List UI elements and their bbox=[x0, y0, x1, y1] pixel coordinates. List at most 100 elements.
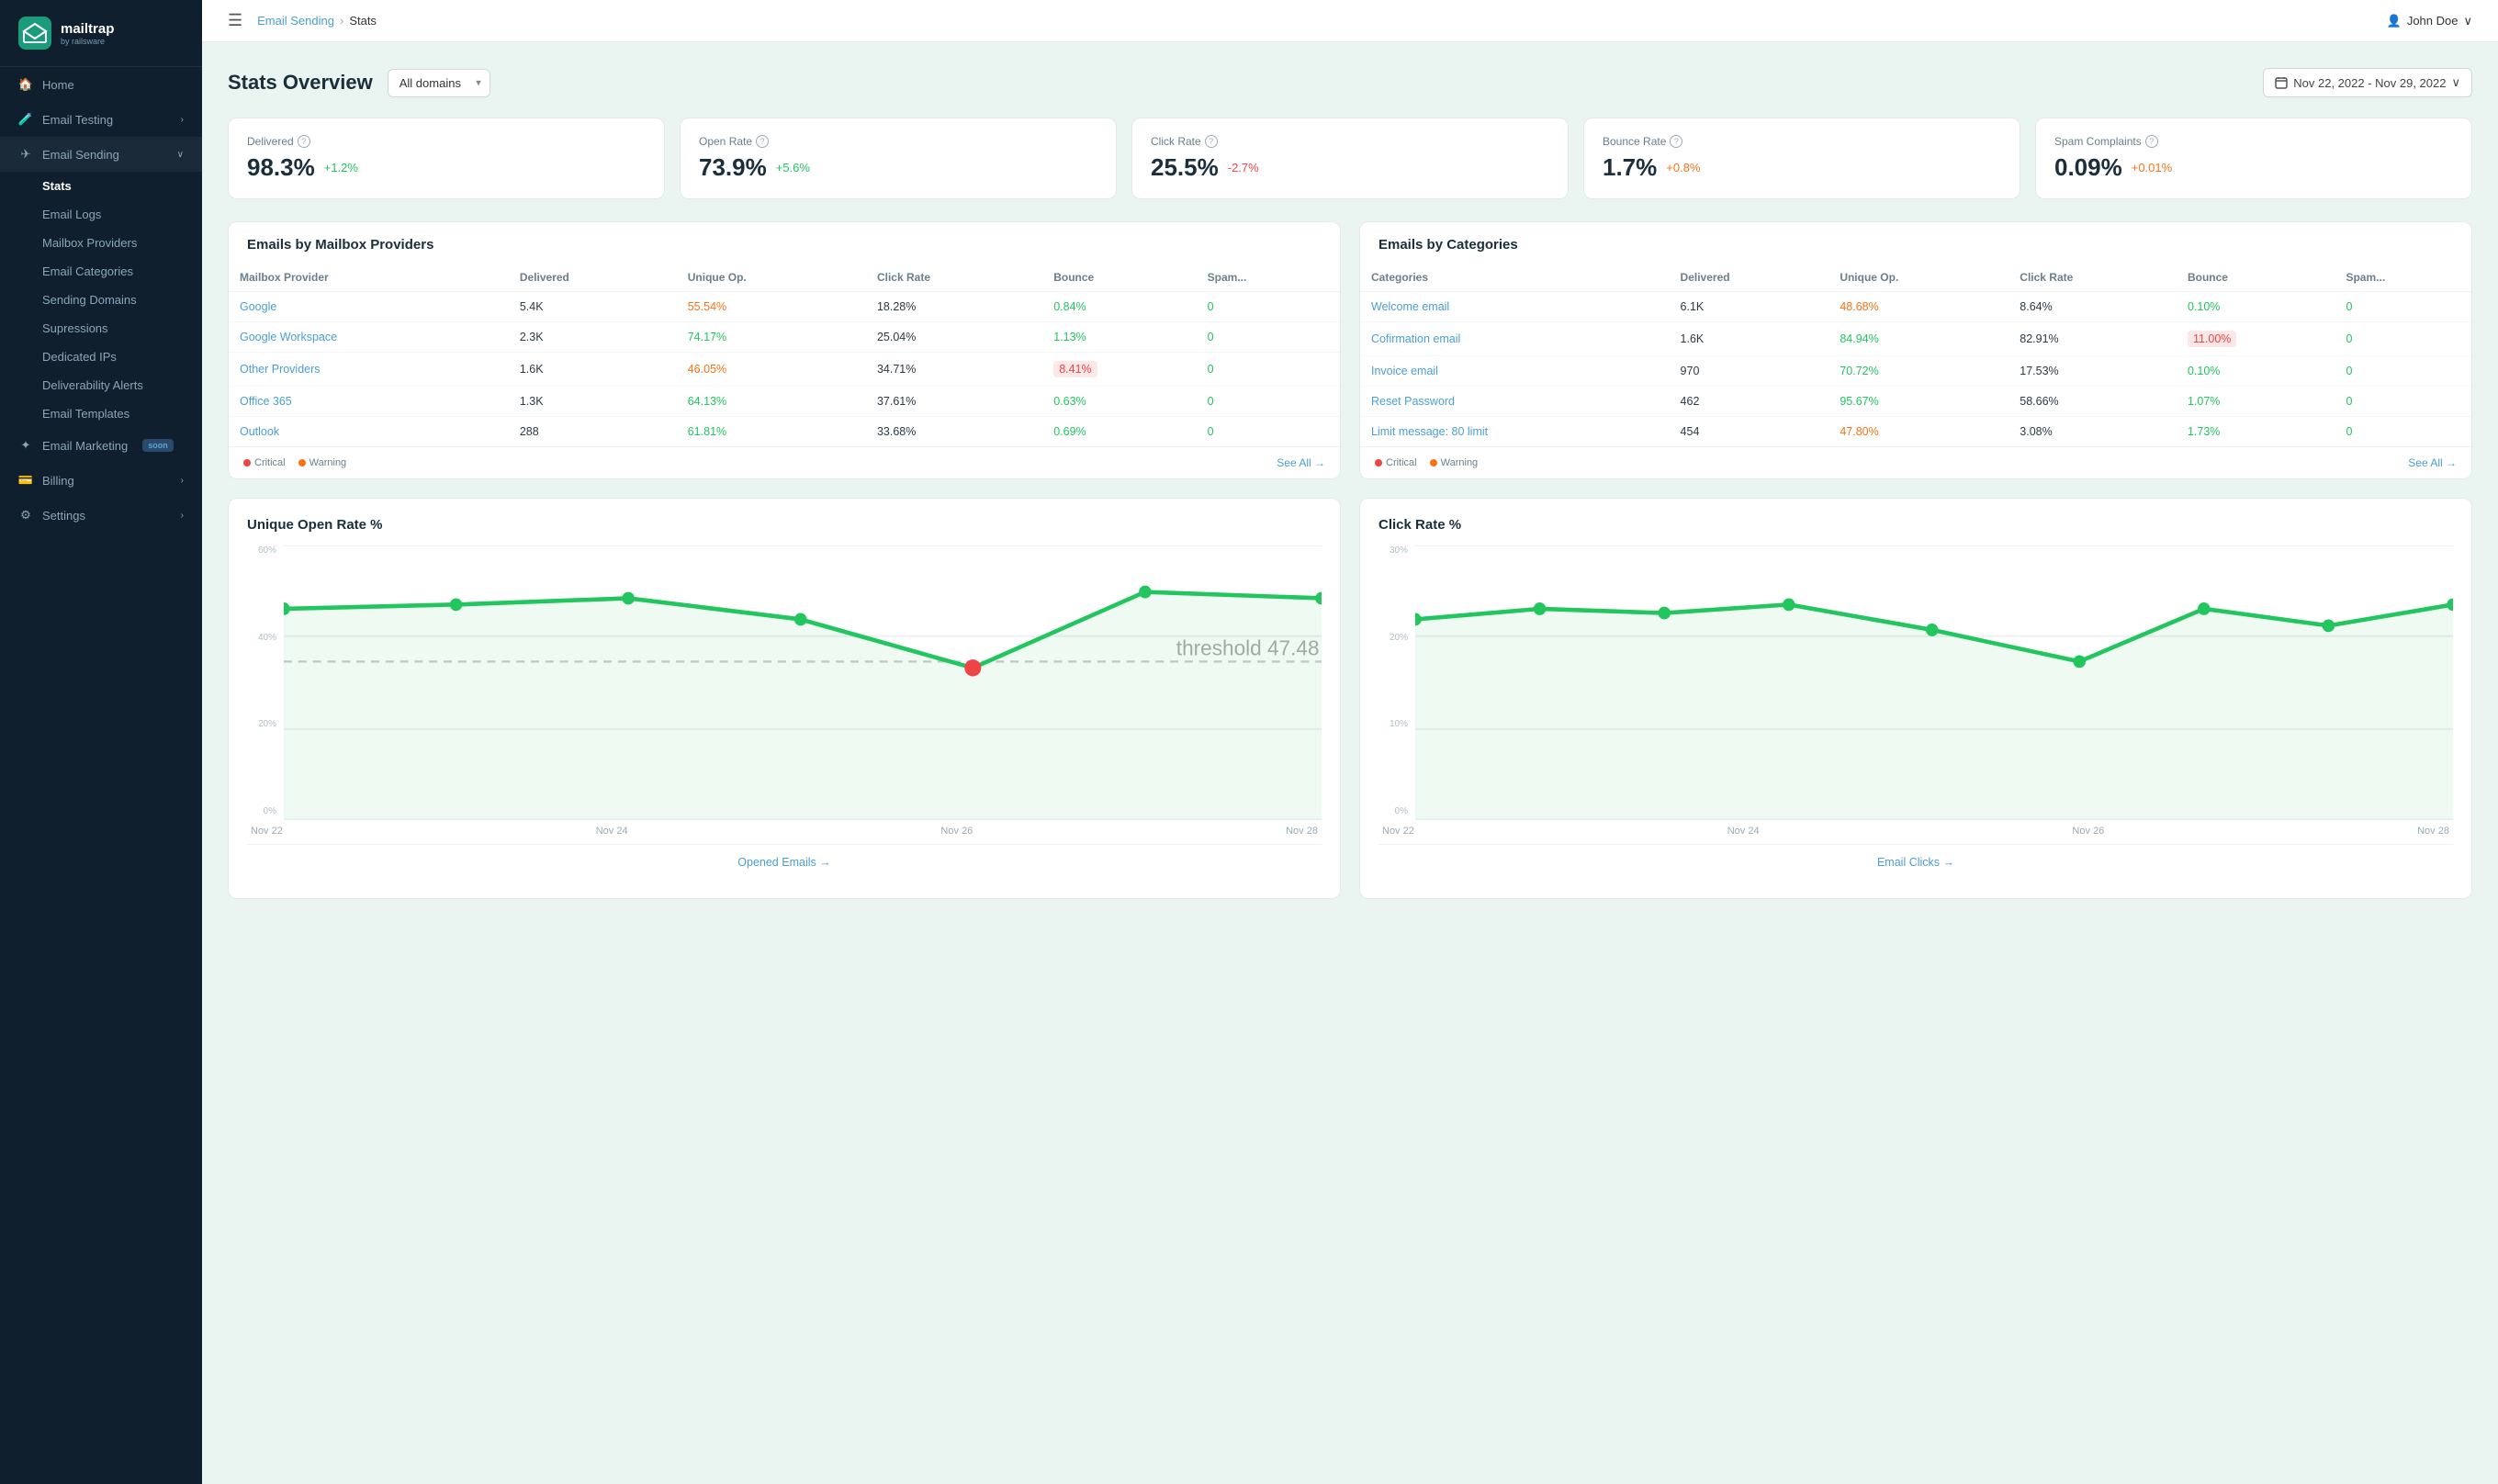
kpi-delivered: Delivered ? 98.3% +1.2% bbox=[228, 118, 665, 199]
sidebar-sub-email-categories[interactable]: Email Categories bbox=[42, 257, 202, 286]
table-row: Welcome email 6.1K 48.68% 8.64% 0.10% 0 bbox=[1360, 292, 2471, 322]
col-cat-spam: Spam... bbox=[2335, 264, 2471, 292]
tables-section: Emails by Mailbox Providers Mailbox Prov… bbox=[228, 221, 2472, 479]
sidebar-item-billing[interactable]: 💳 Billing › bbox=[0, 463, 202, 498]
cat-delivered-cell: 6.1K bbox=[1670, 292, 1829, 322]
click-rate-info-icon[interactable]: ? bbox=[1205, 135, 1218, 148]
kpi-delivered-value: 98.3% bbox=[247, 153, 315, 182]
table-row: Office 365 1.3K 64.13% 37.61% 0.63% 0 bbox=[229, 387, 1340, 417]
cat-click-rate-cell: 58.66% bbox=[2009, 387, 2177, 417]
provider-cell[interactable]: Google bbox=[229, 292, 509, 322]
kpi-open-rate: Open Rate ? 73.9% +5.6% bbox=[680, 118, 1117, 199]
provider-cell[interactable]: Outlook bbox=[229, 417, 509, 447]
sidebar-sub-email-logs[interactable]: Email Logs bbox=[42, 200, 202, 229]
cat-click-rate-cell: 3.08% bbox=[2009, 417, 2177, 447]
open-rate-x-labels: Nov 22 Nov 24 Nov 26 Nov 28 bbox=[247, 826, 1322, 837]
sidebar-sub-sending-domains[interactable]: Sending Domains bbox=[42, 286, 202, 314]
cat-click-rate-cell: 8.64% bbox=[2009, 292, 2177, 322]
open-rate-info-icon[interactable]: ? bbox=[756, 135, 769, 148]
breadcrumb-separator: › bbox=[340, 14, 343, 28]
sidebar-item-email-marketing[interactable]: ✦ Email Marketing soon bbox=[0, 428, 202, 463]
category-cell[interactable]: Reset Password bbox=[1360, 387, 1670, 417]
sidebar-sub-deliverability-alerts[interactable]: Deliverability Alerts bbox=[42, 371, 202, 399]
kpi-spam-complaints: Spam Complaints ? 0.09% +0.01% bbox=[2035, 118, 2472, 199]
delivered-cell: 1.3K bbox=[509, 387, 677, 417]
cat-critical-dot bbox=[1375, 459, 1382, 467]
domain-selector[interactable]: All domains bbox=[388, 69, 490, 97]
calendar-icon bbox=[2275, 76, 2288, 89]
kpi-spam-label: Spam Complaints bbox=[2054, 135, 2142, 148]
click-rate-cell: 34.71% bbox=[866, 353, 1042, 387]
kpi-bounce-rate: Bounce Rate ? 1.7% +0.8% bbox=[1583, 118, 2020, 199]
sidebar-item-settings[interactable]: ⚙ Settings › bbox=[0, 498, 202, 533]
sidebar-item-email-sending[interactable]: ✈ Email Sending ∨ bbox=[0, 137, 202, 172]
kpi-click-rate-delta: -2.7% bbox=[1228, 161, 1259, 174]
user-icon: 👤 bbox=[2387, 14, 2402, 28]
unique-op-cell: 61.81% bbox=[677, 417, 866, 447]
col-cat-bounce: Bounce bbox=[2177, 264, 2335, 292]
sidebar-item-settings-label: Settings bbox=[42, 509, 85, 523]
page-header: Stats Overview All domains Nov 22, 2022 … bbox=[228, 68, 2472, 97]
provider-cell[interactable]: Other Providers bbox=[229, 353, 509, 387]
click-rate-chart-card: Click Rate % 30% 20% 10% 0% bbox=[1359, 498, 2472, 899]
sidebar-item-email-testing-label: Email Testing bbox=[42, 113, 113, 127]
spam-cell: 0 bbox=[1197, 387, 1340, 417]
cat-bounce-cell: 0.10% bbox=[2177, 292, 2335, 322]
bounce-rate-info-icon[interactable]: ? bbox=[1670, 135, 1682, 148]
delivered-info-icon[interactable]: ? bbox=[298, 135, 310, 148]
delivered-cell: 288 bbox=[509, 417, 677, 447]
user-menu[interactable]: 👤 John Doe ∨ bbox=[2387, 14, 2472, 28]
spam-info-icon[interactable]: ? bbox=[2145, 135, 2158, 148]
breadcrumb: Email Sending › Stats bbox=[257, 14, 377, 28]
sidebar-sub-stats[interactable]: Stats bbox=[42, 172, 202, 200]
mailbox-see-all[interactable]: See All → bbox=[1277, 456, 1325, 469]
sidebar-item-home-label: Home bbox=[42, 78, 74, 92]
col-unique-op: Unique Op. bbox=[677, 264, 866, 292]
logo-name: mailtrap bbox=[61, 21, 114, 37]
cat-click-rate-cell: 82.91% bbox=[2009, 322, 2177, 356]
spam-cell: 0 bbox=[1197, 417, 1340, 447]
cat-bounce-cell: 1.07% bbox=[2177, 387, 2335, 417]
cat-spam-cell: 0 bbox=[2335, 322, 2471, 356]
mailtrap-logo-icon bbox=[18, 17, 51, 50]
cat-delivered-cell: 1.6K bbox=[1670, 322, 1829, 356]
cat-delivered-cell: 462 bbox=[1670, 387, 1829, 417]
category-cell[interactable]: Cofirmation email bbox=[1360, 322, 1670, 356]
cat-unique-op-cell: 70.72% bbox=[1828, 356, 2009, 387]
click-rate-chart-footer: Email Clicks → bbox=[1378, 844, 2453, 880]
chevron-right-billing-icon: › bbox=[181, 476, 184, 486]
category-cell[interactable]: Invoice email bbox=[1360, 356, 1670, 387]
beaker-icon: 🧪 bbox=[18, 112, 33, 127]
sidebar-sub-dedicated-ips[interactable]: Dedicated IPs bbox=[42, 343, 202, 371]
kpi-click-rate: Click Rate ? 25.5% -2.7% bbox=[1131, 118, 1569, 199]
mailbox-footer: Critical Warning See All → bbox=[229, 446, 1340, 478]
sidebar-item-email-testing[interactable]: 🧪 Email Testing › bbox=[0, 102, 202, 137]
spam-cell: 0 bbox=[1197, 353, 1340, 387]
categories-see-all[interactable]: See All → bbox=[2408, 456, 2457, 469]
category-cell[interactable]: Welcome email bbox=[1360, 292, 1670, 322]
sidebar-item-billing-label: Billing bbox=[42, 474, 74, 488]
user-name: John Doe bbox=[2407, 14, 2459, 28]
breadcrumb-email-sending[interactable]: Email Sending bbox=[257, 14, 334, 28]
hamburger-icon[interactable]: ☰ bbox=[228, 11, 242, 30]
provider-cell[interactable]: Google Workspace bbox=[229, 322, 509, 353]
warning-legend: Warning bbox=[298, 457, 347, 468]
kpi-bounce-rate-delta: +0.8% bbox=[1666, 161, 1700, 174]
col-cat-click-rate: Click Rate bbox=[2009, 264, 2177, 292]
col-spam: Spam... bbox=[1197, 264, 1340, 292]
category-cell[interactable]: Limit message: 80 limit bbox=[1360, 417, 1670, 447]
cat-delivered-cell: 454 bbox=[1670, 417, 1829, 447]
cat-unique-op-cell: 95.67% bbox=[1828, 387, 2009, 417]
open-rate-chart-svg: threshold 47.48 bbox=[284, 545, 1322, 820]
sidebar-sub-supressions[interactable]: Supressions bbox=[42, 314, 202, 343]
date-range-picker[interactable]: Nov 22, 2022 - Nov 29, 2022 ∨ bbox=[2263, 68, 2472, 97]
sidebar-sub-mailbox-providers[interactable]: Mailbox Providers bbox=[42, 229, 202, 257]
open-rate-chart-footer: Opened Emails → bbox=[247, 844, 1322, 880]
opened-emails-link[interactable]: Opened Emails → bbox=[737, 856, 830, 869]
email-clicks-link[interactable]: Email Clicks → bbox=[1877, 856, 1954, 869]
click-rate-cell: 18.28% bbox=[866, 292, 1042, 322]
provider-cell[interactable]: Office 365 bbox=[229, 387, 509, 417]
sidebar-item-home[interactable]: 🏠 Home bbox=[0, 67, 202, 102]
spam-cell: 0 bbox=[1197, 292, 1340, 322]
sidebar-sub-email-templates[interactable]: Email Templates bbox=[42, 399, 202, 428]
